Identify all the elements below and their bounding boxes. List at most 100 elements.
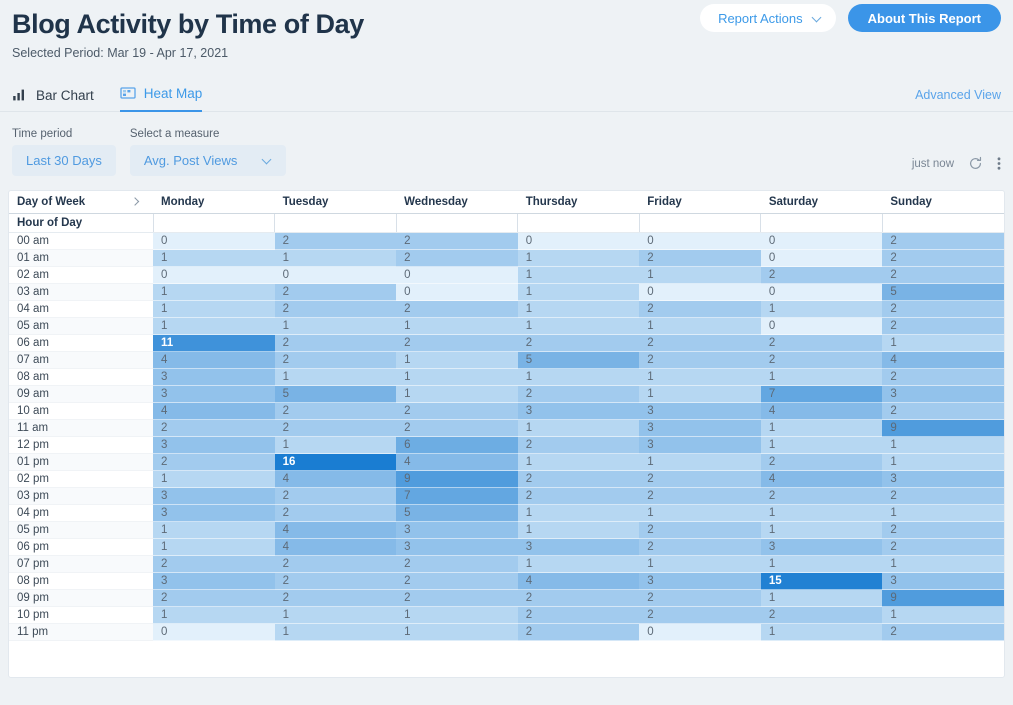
heatmap-cell[interactable]: 2 — [639, 300, 761, 318]
heatmap-cell[interactable]: 1 — [153, 317, 275, 335]
heatmap-cell[interactable]: 0 — [396, 266, 518, 284]
heatmap-cell[interactable]: 1 — [274, 436, 397, 454]
heatmap-cell[interactable]: 3 — [882, 470, 1004, 488]
heatmap-cell[interactable]: 1 — [882, 606, 1004, 624]
heatmap-cell[interactable]: 2 — [274, 504, 397, 522]
heatmap-cell[interactable]: 1 — [639, 385, 761, 403]
heatmap-cell[interactable]: 1 — [517, 317, 640, 335]
day-of-week-header[interactable]: Day of Week — [9, 191, 153, 214]
heatmap-cell[interactable]: 2 — [396, 572, 518, 590]
heatmap-cell[interactable]: 1 — [517, 249, 640, 267]
heatmap-cell[interactable]: 2 — [274, 283, 397, 301]
heatmap-cell[interactable]: 11 — [153, 334, 275, 352]
heatmap-cell[interactable]: 1 — [274, 368, 397, 386]
refresh-icon[interactable] — [968, 156, 983, 171]
heatmap-cell[interactable]: 2 — [396, 334, 518, 352]
heatmap-cell[interactable]: 2 — [517, 606, 640, 624]
heatmap-cell[interactable]: 2 — [882, 266, 1004, 284]
heatmap-cell[interactable]: 2 — [274, 419, 397, 437]
heatmap-cell[interactable]: 1 — [517, 300, 640, 318]
heatmap-cell[interactable]: 0 — [396, 283, 518, 301]
heatmap-cell[interactable]: 1 — [396, 385, 518, 403]
heatmap-cell[interactable]: 1 — [639, 266, 761, 284]
heatmap-cell[interactable]: 2 — [517, 487, 640, 505]
heatmap-cell[interactable]: 2 — [882, 249, 1004, 267]
column-header-wednesday[interactable]: Wednesday — [396, 191, 518, 214]
heatmap-cell[interactable]: 1 — [274, 249, 397, 267]
heatmap-cell[interactable]: 16 — [274, 453, 397, 471]
heatmap-cell[interactable]: 2 — [882, 623, 1004, 641]
heatmap-cell[interactable]: 1 — [760, 504, 883, 522]
heatmap-cell[interactable]: 1 — [882, 453, 1004, 471]
heatmap-cell[interactable]: 9 — [882, 419, 1004, 437]
heatmap-cell[interactable]: 1 — [760, 623, 883, 641]
heatmap-cell[interactable]: 2 — [274, 334, 397, 352]
heatmap-cell[interactable]: 3 — [882, 385, 1004, 403]
heatmap-cell[interactable]: 2 — [639, 249, 761, 267]
heatmap-cell[interactable]: 2 — [153, 453, 275, 471]
tab-heat-map[interactable]: Heat Map — [119, 85, 203, 112]
heatmap-cell[interactable]: 2 — [882, 538, 1004, 556]
heatmap-cell[interactable]: 1 — [760, 555, 883, 573]
heatmap-cell[interactable]: 2 — [639, 589, 761, 607]
heatmap-cell[interactable]: 2 — [274, 555, 397, 573]
heatmap-cell[interactable]: 4 — [153, 351, 275, 369]
heatmap-cell[interactable]: 3 — [153, 385, 275, 403]
heatmap-cell[interactable]: 3 — [153, 436, 275, 454]
heatmap-cell[interactable]: 1 — [396, 623, 518, 641]
heatmap-cell[interactable]: 1 — [517, 419, 640, 437]
heatmap-cell[interactable]: 2 — [760, 606, 883, 624]
heatmap-cell[interactable]: 3 — [517, 538, 640, 556]
heatmap-cell[interactable]: 0 — [760, 283, 883, 301]
heatmap-cell[interactable]: 2 — [396, 555, 518, 573]
heatmap-cell[interactable]: 2 — [517, 623, 640, 641]
heatmap-cell[interactable]: 2 — [153, 419, 275, 437]
heatmap-cell[interactable]: 2 — [396, 232, 518, 250]
about-this-report-button[interactable]: About This Report — [847, 4, 1001, 32]
heatmap-cell[interactable]: 2 — [517, 589, 640, 607]
heatmap-cell[interactable]: 1 — [882, 436, 1004, 454]
heatmap-cell[interactable]: 1 — [396, 606, 518, 624]
heatmap-cell[interactable]: 15 — [760, 572, 883, 590]
heatmap-cell[interactable]: 2 — [760, 453, 883, 471]
heatmap-cell[interactable]: 1 — [153, 538, 275, 556]
heatmap-cell[interactable]: 0 — [274, 266, 397, 284]
heatmap-cell[interactable]: 1 — [517, 453, 640, 471]
heatmap-cell[interactable]: 2 — [760, 351, 883, 369]
heatmap-cell[interactable]: 1 — [639, 555, 761, 573]
heatmap-cell[interactable]: 4 — [760, 402, 883, 420]
heatmap-cell[interactable]: 1 — [517, 266, 640, 284]
heatmap-cell[interactable]: 2 — [396, 419, 518, 437]
heatmap-cell[interactable]: 1 — [153, 300, 275, 318]
column-header-tuesday[interactable]: Tuesday — [274, 191, 397, 214]
advanced-view-link[interactable]: Advanced View — [915, 88, 1001, 102]
heatmap-cell[interactable]: 2 — [274, 487, 397, 505]
heatmap-cell[interactable]: 4 — [760, 470, 883, 488]
heatmap-cell[interactable]: 4 — [274, 470, 397, 488]
heatmap-cell[interactable]: 2 — [639, 538, 761, 556]
kebab-menu-icon[interactable] — [997, 156, 1001, 171]
report-actions-button[interactable]: Report Actions — [700, 4, 836, 32]
heatmap-cell[interactable]: 2 — [639, 606, 761, 624]
heatmap-cell[interactable]: 3 — [153, 572, 275, 590]
heatmap-cell[interactable]: 1 — [274, 623, 397, 641]
heatmap-cell[interactable]: 3 — [639, 419, 761, 437]
heatmap-cell[interactable]: 1 — [153, 606, 275, 624]
heatmap-cell[interactable]: 2 — [760, 266, 883, 284]
heatmap-cell[interactable]: 1 — [882, 555, 1004, 573]
heatmap-cell[interactable]: 7 — [760, 385, 883, 403]
heatmap-cell[interactable]: 1 — [153, 470, 275, 488]
heatmap-cell[interactable]: 1 — [517, 504, 640, 522]
heatmap-cell[interactable]: 5 — [517, 351, 640, 369]
heatmap-cell[interactable]: 0 — [639, 283, 761, 301]
heatmap-cell[interactable]: 1 — [760, 436, 883, 454]
heatmap-cell[interactable]: 2 — [274, 300, 397, 318]
heatmap-cell[interactable]: 0 — [153, 623, 275, 641]
heatmap-cell[interactable]: 2 — [274, 572, 397, 590]
heatmap-cell[interactable]: 4 — [882, 351, 1004, 369]
heatmap-cell[interactable]: 2 — [760, 334, 883, 352]
heatmap-cell[interactable]: 9 — [396, 470, 518, 488]
heatmap-cell[interactable]: 4 — [396, 453, 518, 471]
heatmap-cell[interactable]: 2 — [882, 368, 1004, 386]
heatmap-cell[interactable]: 1 — [153, 521, 275, 539]
